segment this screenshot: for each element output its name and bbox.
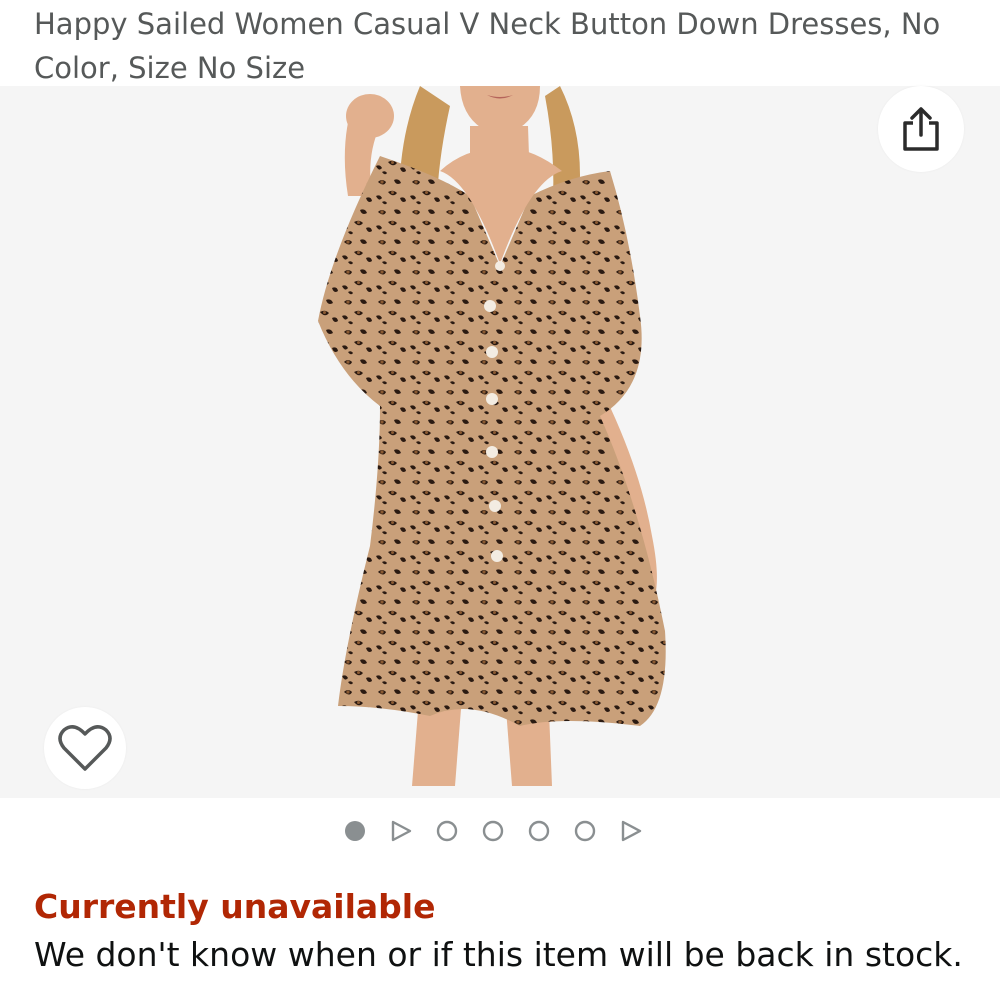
image-carousel-indicators[interactable] — [340, 816, 646, 846]
indicator-video-1[interactable] — [386, 816, 416, 846]
indicator-video-2[interactable] — [616, 816, 646, 846]
share-icon — [903, 107, 939, 151]
availability-message: We don't know when or if this item will … — [34, 935, 963, 974]
heart-outline-icon — [58, 725, 112, 771]
empty-dot-icon — [574, 820, 596, 842]
indicator-image-5[interactable] — [570, 816, 600, 846]
play-triangle-icon — [621, 820, 642, 842]
empty-dot-icon — [482, 820, 504, 842]
availability-status: Currently unavailable — [34, 887, 436, 926]
play-triangle-icon — [391, 820, 412, 842]
indicator-image-1[interactable] — [340, 816, 370, 846]
share-button[interactable] — [878, 86, 964, 172]
add-to-wishlist-button[interactable] — [44, 707, 126, 789]
empty-dot-icon — [436, 820, 458, 842]
empty-dot-icon — [528, 820, 550, 842]
product-title: Happy Sailed Women Casual V Neck Button … — [34, 7, 941, 85]
indicator-image-3[interactable] — [478, 816, 508, 846]
indicator-image-4[interactable] — [524, 816, 554, 846]
indicator-image-2[interactable] — [432, 816, 462, 846]
product-image-gallery[interactable] — [0, 86, 1000, 798]
product-image[interactable] — [0, 86, 1000, 798]
filled-dot-icon — [345, 821, 365, 841]
